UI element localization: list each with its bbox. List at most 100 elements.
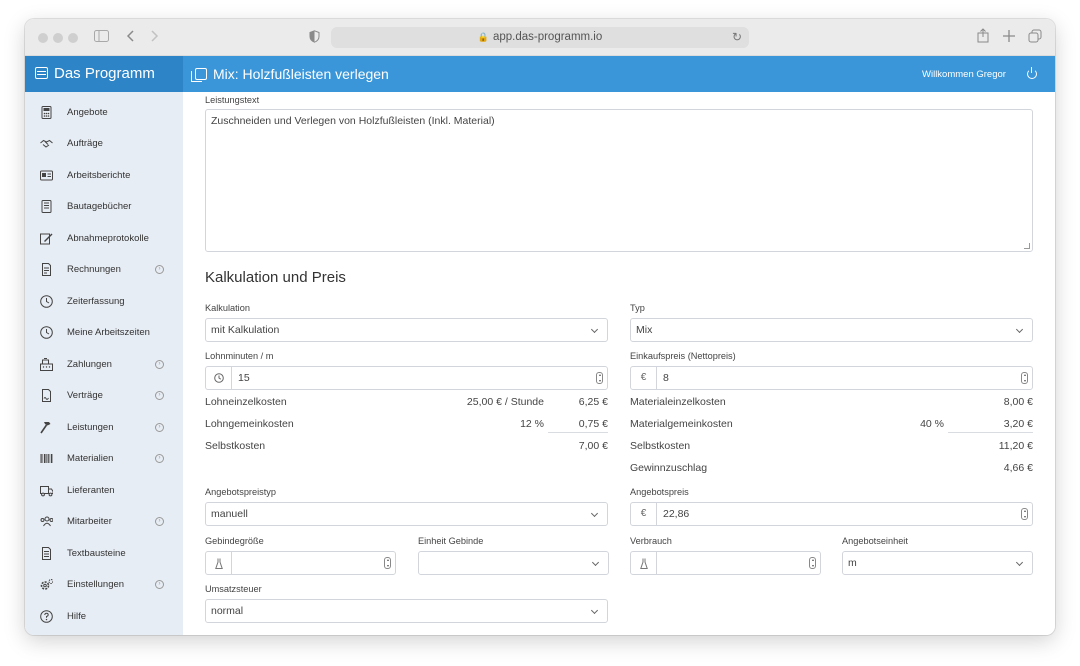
lohneinzelkosten-rate: 25,00 € / Stunde [466, 396, 544, 408]
leistungstext-value: Zuschneiden und Verlegen von Holzfußleis… [211, 115, 495, 127]
verbrauch-input[interactable] [630, 551, 821, 575]
zoom-window-button[interactable] [68, 33, 78, 43]
umsatzsteuer-label: Umsatzsteuer [205, 584, 262, 594]
close-window-button[interactable] [38, 33, 48, 43]
sidebar-item-auftraege[interactable]: Aufträge [25, 128, 183, 159]
sidebar-item-meine-arbeitszeiten[interactable]: Meine Arbeitszeiten [25, 317, 183, 348]
signature-icon [40, 233, 53, 245]
sidebar-item-lieferanten[interactable]: Lieferanten [25, 475, 183, 506]
chevron-right-icon: › [155, 580, 164, 589]
brand-name: Das Programm [54, 65, 155, 82]
sidebar-item-bautagebuecher[interactable]: Bautagebücher [25, 191, 183, 222]
text-file-icon [42, 547, 51, 560]
minimize-window-button[interactable] [53, 33, 63, 43]
sidebar-item-zahlungen[interactable]: Zahlungen › [25, 349, 183, 380]
sidebar-item-label: Aufträge [67, 138, 103, 149]
sidebar-item-label: Angebote [67, 107, 108, 118]
cash-register-icon [40, 358, 53, 371]
sidebar-item-materialien[interactable]: Materialien › [25, 443, 183, 474]
tab-overview-icon[interactable] [1028, 29, 1042, 43]
chevron-down-icon [590, 509, 599, 518]
sidebar-item-mitarbeiter[interactable]: Mitarbeiter › [25, 506, 183, 537]
flask-icon [206, 552, 232, 574]
umsatzsteuer-select[interactable]: normal [205, 599, 608, 623]
kalkulation-value: mit Kalkulation [211, 324, 280, 336]
brand[interactable]: Das Programm [25, 56, 183, 92]
umsatzsteuer-value: normal [211, 605, 244, 617]
contract-icon [42, 389, 51, 402]
lohneinzelkosten-value: 6,25 € [578, 396, 608, 408]
privacy-shield-icon[interactable] [309, 30, 320, 43]
sidebar-item-abnahmeprotokolle[interactable]: Abnahmeprotokolle [25, 223, 183, 254]
sidebar-item-label: Einstellungen [67, 579, 125, 590]
einkaufspreis-input[interactable]: € 8 [630, 366, 1033, 390]
sidebar-item-rechnungen[interactable]: Rechnungen › [25, 254, 183, 285]
users-icon [40, 516, 53, 527]
lock-icon: 🔒 [477, 32, 489, 42]
app-header: Das Programm Mix: Holzfußleisten verlege… [25, 56, 1055, 92]
address-bar[interactable]: 🔒 app.das-programm.io ↻ [331, 27, 749, 48]
sidebar-item-hilfe[interactable]: Hilfe [25, 601, 183, 632]
stepper-icon[interactable] [809, 557, 816, 569]
sidebar-item-label: Materialien [67, 453, 114, 464]
power-icon[interactable] [1027, 67, 1037, 79]
welcome-text: Willkommen Gregor [922, 69, 1006, 80]
stepper-icon[interactable] [384, 557, 391, 569]
clock-icon [40, 295, 53, 308]
stepper-icon[interactable] [1021, 372, 1028, 384]
einheit-gebinde-select[interactable] [418, 551, 609, 575]
sidebar-item-vertraege[interactable]: Verträge › [25, 380, 183, 411]
angebotspreistyp-select[interactable]: manuell [205, 502, 608, 526]
gewinnzuschlag-value: 4,66 € [1003, 462, 1033, 474]
forward-icon[interactable] [151, 30, 159, 42]
sidebar-item-textbausteine[interactable]: Textbausteine [25, 538, 183, 569]
book-icon [41, 200, 52, 213]
angebotseinheit-select[interactable]: m [842, 551, 1033, 575]
chevron-right-icon: › [155, 454, 164, 463]
sidebar-item-einstellungen[interactable]: Einstellungen › [25, 569, 183, 600]
materialgemeinkosten-label: Materialgemeinkosten [630, 418, 733, 430]
resize-handle-icon[interactable] [1024, 243, 1030, 249]
new-tab-icon[interactable] [1003, 30, 1015, 42]
gebindegroesse-input[interactable] [205, 551, 396, 575]
sidebar-item-leistungen[interactable]: Leistungen › [25, 412, 183, 443]
gebindegroesse-label: Gebindegröße [205, 536, 264, 546]
chevron-right-icon: › [155, 360, 164, 369]
einheit-gebinde-label: Einheit Gebinde [418, 536, 484, 546]
stepper-icon[interactable] [1021, 508, 1028, 520]
kalkulation-select[interactable]: mit Kalkulation [205, 318, 608, 342]
sidebar-item-label: Textbausteine [67, 548, 126, 559]
stepper-icon[interactable] [596, 372, 603, 384]
selbstkosten-material-label: Selbstkosten [630, 440, 691, 452]
sidebar-toggle-icon[interactable] [94, 30, 109, 42]
sidebar-item-label: Zeiterfassung [67, 296, 125, 307]
divider [948, 432, 1033, 433]
sidebar-item-arbeitsberichte[interactable]: Arbeitsberichte [25, 160, 183, 191]
lohneinzelkosten-label: Lohneinzelkosten [205, 396, 287, 408]
back-icon[interactable] [126, 30, 134, 42]
id-card-icon [40, 170, 53, 181]
chevron-down-icon [590, 325, 599, 334]
sidebar-item-label: Arbeitsberichte [67, 170, 131, 181]
lohnminuten-value: 15 [238, 372, 250, 384]
chevron-down-icon [591, 558, 600, 567]
chevron-right-icon: › [155, 265, 164, 274]
sidebar-item-angebote[interactable]: Angebote [25, 97, 183, 128]
lohnminuten-input[interactable]: 15 [205, 366, 608, 390]
lohngemeinkosten-pct: 12 % [520, 418, 544, 430]
reload-icon[interactable]: ↻ [732, 27, 742, 48]
hammer-icon [40, 422, 51, 434]
sidebar-item-label: Leistungen [67, 422, 114, 433]
selbstkosten-material-value: 11,20 € [998, 440, 1033, 452]
typ-select[interactable]: Mix [630, 318, 1033, 342]
leistungstext-textarea[interactable]: Zuschneiden und Verlegen von Holzfußleis… [205, 109, 1033, 252]
share-icon[interactable] [977, 28, 989, 43]
chevron-down-icon [1015, 325, 1024, 334]
angebotspreis-input[interactable]: € 22,86 [630, 502, 1033, 526]
materialeinzelkosten-label: Materialeinzelkosten [630, 396, 726, 408]
sidebar-item-zeiterfassung[interactable]: Zeiterfassung [25, 286, 183, 317]
invoice-icon [42, 263, 51, 276]
sidebar-item-label: Meine Arbeitszeiten [67, 327, 150, 338]
main-content: Leistungstext Zuschneiden und Verlegen v… [183, 92, 1055, 635]
selbstkosten-label: Selbstkosten [205, 440, 266, 452]
